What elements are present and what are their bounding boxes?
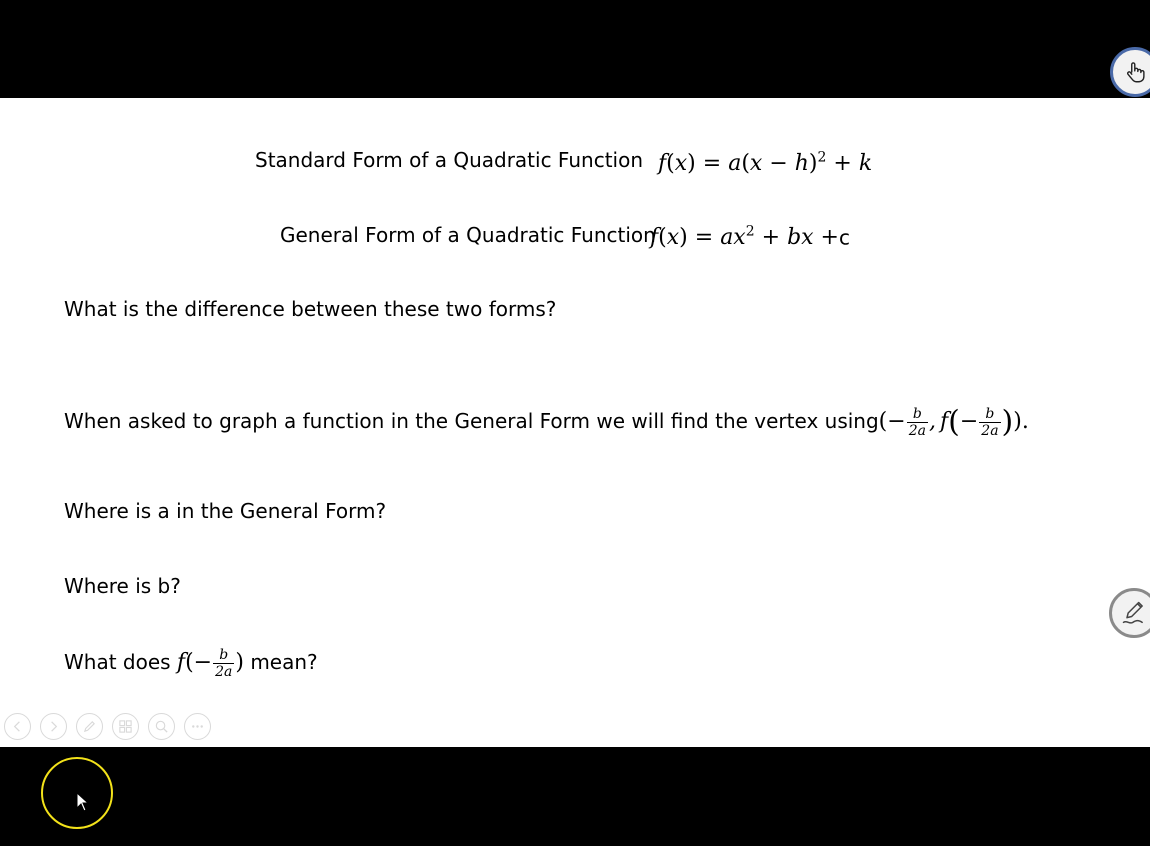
previous-slide-button[interactable] [4, 713, 31, 740]
meaning-fraction: b 2a [213, 647, 235, 680]
zoom-button[interactable] [148, 713, 175, 740]
question-meaning: What does f(− b 2a) mean? [64, 647, 318, 680]
pen-tool-button[interactable] [76, 713, 103, 740]
vertex-fraction-2: b 2a [979, 406, 1001, 439]
more-icon [192, 725, 203, 728]
previous-icon [13, 721, 20, 732]
question-b-location: Where is b? [64, 574, 181, 598]
top-black-bar [0, 0, 1150, 98]
bottom-black-bar [0, 747, 1150, 846]
see-all-slides-button[interactable] [112, 713, 139, 740]
standard-form-formula: f(x) = a(x − h)2 + k [658, 150, 873, 177]
question-a-location: Where is a in the General Form? [64, 499, 387, 523]
general-form-formula: f(x) = ax2 + bx +c [650, 224, 850, 251]
pen-ink-icon [1122, 601, 1143, 624]
slide-canvas: Standard Form of a Quadratic Function f(… [0, 98, 1150, 747]
zoom-icon [155, 720, 168, 733]
standard-form-label: Standard Form of a Quadratic Function [255, 148, 643, 172]
vertex-fraction: b 2a [906, 406, 928, 439]
vertex-statement-text: When asked to graph a function in the Ge… [64, 409, 879, 433]
pen-icon [83, 721, 95, 733]
next-slide-button[interactable] [40, 713, 67, 740]
mouse-cursor-icon [76, 792, 90, 812]
general-form-label: General Form of a Quadratic Function [280, 223, 656, 247]
vertex-statement: When asked to graph a function in the Ge… [64, 404, 1029, 440]
next-icon [51, 721, 58, 732]
question-meaning-prefix: What does [64, 650, 171, 674]
hand-pointer-icon [1127, 62, 1145, 83]
slides-icon [119, 720, 132, 733]
slideshow-toolbar [4, 713, 211, 740]
question-meaning-suffix: mean? [250, 650, 318, 674]
more-options-button[interactable] [184, 713, 211, 740]
question-difference: What is the difference between these two… [64, 297, 557, 321]
